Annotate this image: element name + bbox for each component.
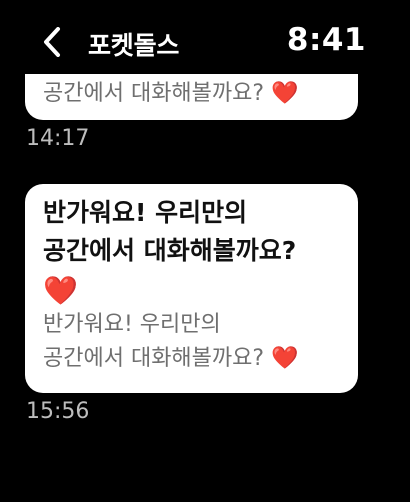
message-subtext: 공간에서 대화해볼까요? ❤️: [43, 81, 299, 106]
message-timestamp: 14:17: [26, 126, 90, 151]
clock-time: 8:41: [286, 22, 366, 58]
chat-title: 포켓돌스: [88, 31, 180, 60]
message-text-line: 공간에서 대화해볼까요?: [43, 236, 297, 265]
message-text-line: ❤️: [43, 270, 340, 308]
top-bar: 포켓돌스 8:41: [0, 0, 410, 74]
heart-emoji: ❤️: [43, 274, 78, 307]
screen: 공간에서 대화해볼까요? ❤️ 14:17 반가워요! 우리만의 공간에서 대화…: [0, 0, 410, 502]
chat-area[interactable]: 공간에서 대화해볼까요? ❤️ 14:17 반가워요! 우리만의 공간에서 대화…: [0, 0, 410, 502]
back-button[interactable]: [38, 25, 66, 59]
message-timestamp: 15:56: [26, 399, 90, 424]
chevron-left-icon: [44, 27, 60, 57]
message-subtext-line: 반가워요! 우리만의: [43, 312, 221, 337]
message-subtext-line: 공간에서 대화해볼까요? ❤️: [43, 346, 299, 371]
message-bubble[interactable]: 반가워요! 우리만의 공간에서 대화해볼까요? ❤️ 반가워요! 우리만의 공간…: [25, 184, 358, 393]
message-text-line: 반가워요! 우리만의: [43, 198, 248, 227]
